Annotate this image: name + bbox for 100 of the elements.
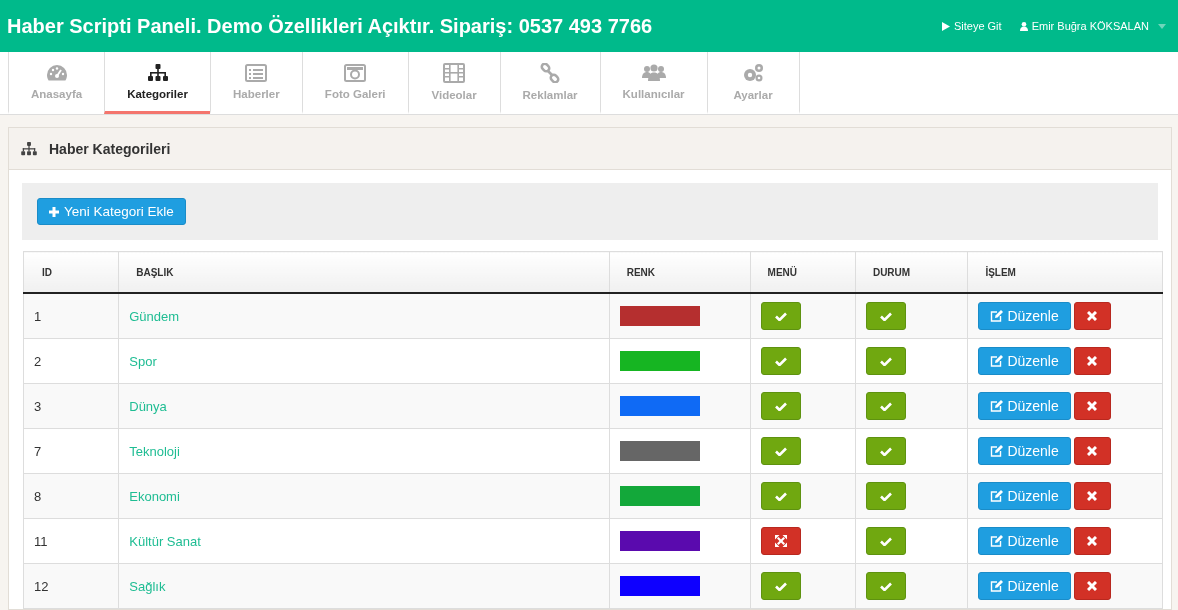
delete-button[interactable] <box>1073 572 1111 600</box>
edit-button[interactable]: Düzenle <box>978 437 1071 465</box>
nav-tab[interactable]: Videolar <box>407 52 500 114</box>
edit-icon <box>990 400 1004 412</box>
check-icon <box>774 581 787 591</box>
check-icon <box>879 446 892 456</box>
enabled-toggle-button[interactable] <box>865 437 906 465</box>
enabled-toggle-button[interactable] <box>760 482 801 510</box>
close-icon <box>1087 491 1098 501</box>
enabled-toggle-button[interactable] <box>865 302 906 330</box>
close-icon <box>1087 446 1098 456</box>
nav-tab[interactable]: Foto Galeri <box>301 52 408 114</box>
edit-button[interactable]: Düzenle <box>978 572 1071 600</box>
nav-tab[interactable]: Anasayfa <box>8 52 105 114</box>
category-title-link[interactable]: Gündem <box>129 308 180 324</box>
chain-link-icon <box>540 62 561 83</box>
enabled-toggle-button[interactable] <box>760 572 801 600</box>
column-header: BAŞLIK <box>118 251 610 293</box>
delete-button[interactable] <box>1073 482 1111 510</box>
enabled-toggle-button[interactable] <box>760 437 801 465</box>
camera-icon <box>344 63 367 82</box>
category-title-link[interactable]: Dünya <box>129 398 167 414</box>
column-header: MENÜ <box>750 251 856 293</box>
column-header: RENK <box>609 251 751 293</box>
enabled-toggle-button[interactable] <box>760 392 801 420</box>
edit-button[interactable]: Düzenle <box>978 392 1071 420</box>
close-icon <box>1087 536 1098 546</box>
column-header: DURUM <box>855 251 968 293</box>
category-title-link[interactable]: Ekonomi <box>129 488 180 504</box>
list-icon <box>245 63 268 82</box>
check-icon <box>879 581 892 591</box>
id-cell: 1 <box>34 308 42 324</box>
add-category-button[interactable]: Yeni Kategori Ekle <box>37 198 186 225</box>
edit-button[interactable]: Düzenle <box>978 347 1071 375</box>
nav-tab[interactable]: Reklamlar <box>499 52 600 114</box>
close-icon <box>1087 581 1098 591</box>
play-icon <box>941 21 950 31</box>
column-header: İŞLEM <box>967 251 1163 293</box>
gears-icon <box>742 62 765 83</box>
header-title: Haber Scripti Paneli. Demo Özellikleri Açıktır. Sipariş: 0537 493 7766 <box>7 14 654 38</box>
expand-icon <box>774 535 787 547</box>
enabled-toggle-button[interactable] <box>865 527 906 555</box>
check-icon <box>879 491 892 501</box>
id-cell: 3 <box>34 398 42 414</box>
check-icon <box>879 401 892 411</box>
id-cell: 11 <box>34 533 48 549</box>
category-title-link[interactable]: Spor <box>129 353 157 369</box>
category-title-link[interactable]: Kültür Sanat <box>129 533 201 549</box>
close-icon <box>1087 356 1098 366</box>
category-title-link[interactable]: Sağlık <box>129 578 166 594</box>
nav-tab[interactable]: Haberler <box>209 52 302 114</box>
check-icon <box>879 311 892 321</box>
check-icon <box>774 491 787 501</box>
film-icon <box>443 62 466 83</box>
users-icon <box>641 63 666 82</box>
caret-icon <box>1158 23 1166 29</box>
enabled-toggle-button[interactable] <box>865 392 906 420</box>
panel-title: Haber Kategorileri <box>49 140 171 157</box>
nav-tab[interactable]: Kategoriler <box>104 52 210 114</box>
user-menu[interactable]: Emir Buğra KÖKSALAN <box>1019 20 1166 32</box>
site-link[interactable]: Siteye Git <box>941 20 1002 32</box>
category-title-link[interactable]: Teknoloji <box>129 443 180 459</box>
check-icon <box>879 536 892 546</box>
check-icon <box>879 356 892 366</box>
delete-button[interactable] <box>1073 347 1111 375</box>
edit-icon <box>990 355 1004 367</box>
column-header: ID <box>23 251 119 293</box>
plus-icon <box>49 206 59 217</box>
check-icon <box>774 401 787 411</box>
id-cell: 12 <box>34 578 49 594</box>
enabled-toggle-button[interactable] <box>865 482 906 510</box>
id-cell: 8 <box>34 488 42 504</box>
delete-button[interactable] <box>1073 392 1111 420</box>
sitemap-icon <box>21 141 37 156</box>
nav-tab[interactable]: Kullanıcılar <box>599 52 707 114</box>
delete-button[interactable] <box>1073 302 1111 330</box>
id-cell: 7 <box>34 443 42 459</box>
edit-icon <box>990 580 1004 592</box>
edit-icon <box>990 445 1004 457</box>
edit-icon <box>990 535 1004 547</box>
user-icon <box>1019 21 1028 31</box>
close-icon <box>1087 401 1098 411</box>
dashboard-icon <box>45 63 68 82</box>
enabled-toggle-button[interactable] <box>760 302 801 330</box>
delete-button[interactable] <box>1073 437 1111 465</box>
id-cell: 2 <box>34 353 42 369</box>
delete-button[interactable] <box>1073 527 1111 555</box>
edit-button[interactable]: Düzenle <box>978 302 1071 330</box>
sitemap-icon <box>147 63 168 82</box>
enabled-toggle-button[interactable] <box>865 347 906 375</box>
check-icon <box>774 446 787 456</box>
enabled-toggle-button[interactable] <box>865 572 906 600</box>
check-icon <box>774 311 787 321</box>
edit-button[interactable]: Düzenle <box>978 482 1071 510</box>
enabled-toggle-button[interactable] <box>760 347 801 375</box>
close-icon <box>1087 311 1098 321</box>
edit-button[interactable]: Düzenle <box>978 527 1071 555</box>
check-icon <box>774 356 787 366</box>
edit-icon <box>990 310 1004 322</box>
nav-tab[interactable]: Ayarlar <box>706 52 800 114</box>
